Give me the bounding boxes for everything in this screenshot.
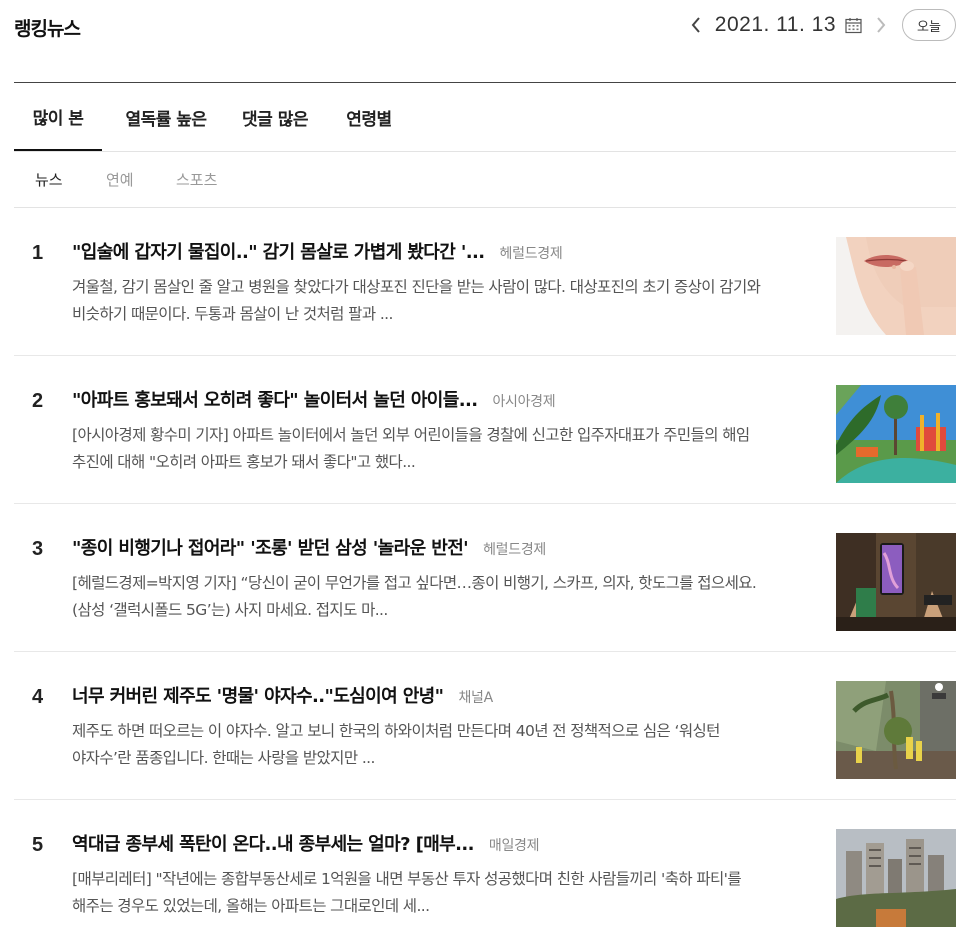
article-summary: [매부리레터] "작년에는 종합부동산세로 1억원을 내면 부동산 투자 성공했… (72, 870, 742, 915)
current-date: 2021. 11. 13 (714, 13, 836, 36)
article-title[interactable]: "입술에 갑자기 물집이.." 감기 몸살로 가볍게 봤다간 '... (72, 238, 485, 264)
tab-by-age[interactable]: 연령별 (340, 83, 398, 151)
article-title[interactable]: 너무 커버린 제주도 '명물' 야자수.."도심이여 안녕" (72, 682, 444, 708)
tab-most-viewed[interactable]: 많이 본 (14, 83, 102, 151)
list-item[interactable]: 2 "아파트 홍보돼서 오히려 좋다" 놀이터서 놀던 아이들... 아시아경제… (14, 356, 956, 504)
article-thumbnail[interactable] (836, 385, 956, 483)
title-row: "종이 비행기나 접어라" '조롱' 받던 삼성 '놀라운 반전' 헤럴드경제 (72, 534, 812, 560)
page-title: 랭킹뉴스 (14, 18, 81, 40)
chevron-right-icon[interactable] (870, 14, 892, 36)
title-row: "아파트 홍보돼서 오히려 좋다" 놀이터서 놀던 아이들... 아시아경제 (72, 386, 812, 412)
tab-high-readership[interactable]: 열독률 높은 (118, 83, 214, 151)
article-thumbnail[interactable] (836, 237, 956, 335)
list-item[interactable]: 4 너무 커버린 제주도 '명물' 야자수.."도심이여 안녕" 채널A 제주도… (14, 652, 956, 800)
rank-number: 4 (32, 686, 44, 708)
press-name: 헤럴드경제 (499, 246, 563, 262)
article-title[interactable]: "종이 비행기나 접어라" '조롱' 받던 삼성 '놀라운 반전' (72, 534, 469, 560)
list-item[interactable]: 3 "종이 비행기나 접어라" '조롱' 받던 삼성 '놀라운 반전' 헤럴드경… (14, 504, 956, 652)
category-subtabs: 뉴스 연예 스포츠 (14, 152, 956, 208)
today-button[interactable]: 오늘 (902, 9, 956, 41)
press-name: 매일경제 (488, 838, 540, 854)
press-name: 아시아경제 (492, 394, 556, 410)
article-summary: 제주도 하면 떠오르는 이 야자수. 알고 보니 한국의 하와이처럼 만든다며 … (72, 722, 720, 767)
article-summary: 겨울철, 감기 몸살인 줄 알고 병원을 찾았다가 대상포진 진단을 받는 사람… (72, 278, 761, 323)
press-name: 채널A (458, 690, 493, 706)
article-summary: [헤럴드경제=박지영 기자] “당신이 굳이 무언가를 접고 싶다면…종이 비행… (72, 574, 757, 619)
rank-number: 1 (32, 242, 44, 264)
article-thumbnail[interactable] (836, 533, 956, 631)
rank-number: 3 (32, 538, 44, 560)
list-item[interactable]: 5 역대급 종부세 폭탄이 온다..내 종부세는 얼마? [매부... 매일경제… (14, 800, 956, 947)
article-summary: [아시아경제 황수미 기자] 아파트 놀이터에서 놀던 외부 어린이들을 경찰에… (72, 426, 750, 471)
date-navigator: 2021. 11. 13 오늘 (685, 8, 956, 42)
list-item[interactable]: 1 "입술에 갑자기 물집이.." 감기 몸살로 가볍게 봤다간 '... 헤럴… (14, 208, 956, 356)
ranking-header: 랭킹뉴스 2021. 11. 13 오늘 (14, 0, 956, 52)
article-title[interactable]: "아파트 홍보돼서 오히려 좋다" 놀이터서 놀던 아이들... (72, 386, 478, 412)
article-thumbnail[interactable] (836, 829, 956, 927)
title-row: "입술에 갑자기 물집이.." 감기 몸살로 가볍게 봤다간 '... 헤럴드경… (72, 238, 812, 264)
subtab-news[interactable]: 뉴스 (35, 169, 63, 190)
subtab-entertainment[interactable]: 연예 (106, 169, 134, 190)
subtab-sports[interactable]: 스포츠 (176, 169, 217, 190)
title-row: 역대급 종부세 폭탄이 온다..내 종부세는 얼마? [매부... 매일경제 (72, 830, 812, 856)
rank-number: 2 (32, 390, 44, 412)
rank-number: 5 (32, 834, 44, 856)
title-row: 너무 커버린 제주도 '명물' 야자수.."도심이여 안녕" 채널A (72, 682, 812, 708)
ranking-news-list: 1 "입술에 갑자기 물집이.." 감기 몸살로 가볍게 봤다간 '... 헤럴… (14, 208, 956, 947)
article-title[interactable]: 역대급 종부세 폭탄이 온다..내 종부세는 얼마? [매부... (72, 830, 474, 856)
calendar-icon[interactable] (842, 14, 864, 36)
ranking-tabs: 많이 본 열독률 높은 댓글 많은 연령별 (14, 83, 956, 152)
tab-most-comments[interactable]: 댓글 많은 (236, 83, 314, 151)
chevron-left-icon[interactable] (685, 14, 707, 36)
press-name: 헤럴드경제 (483, 542, 546, 558)
article-thumbnail[interactable] (836, 681, 956, 779)
